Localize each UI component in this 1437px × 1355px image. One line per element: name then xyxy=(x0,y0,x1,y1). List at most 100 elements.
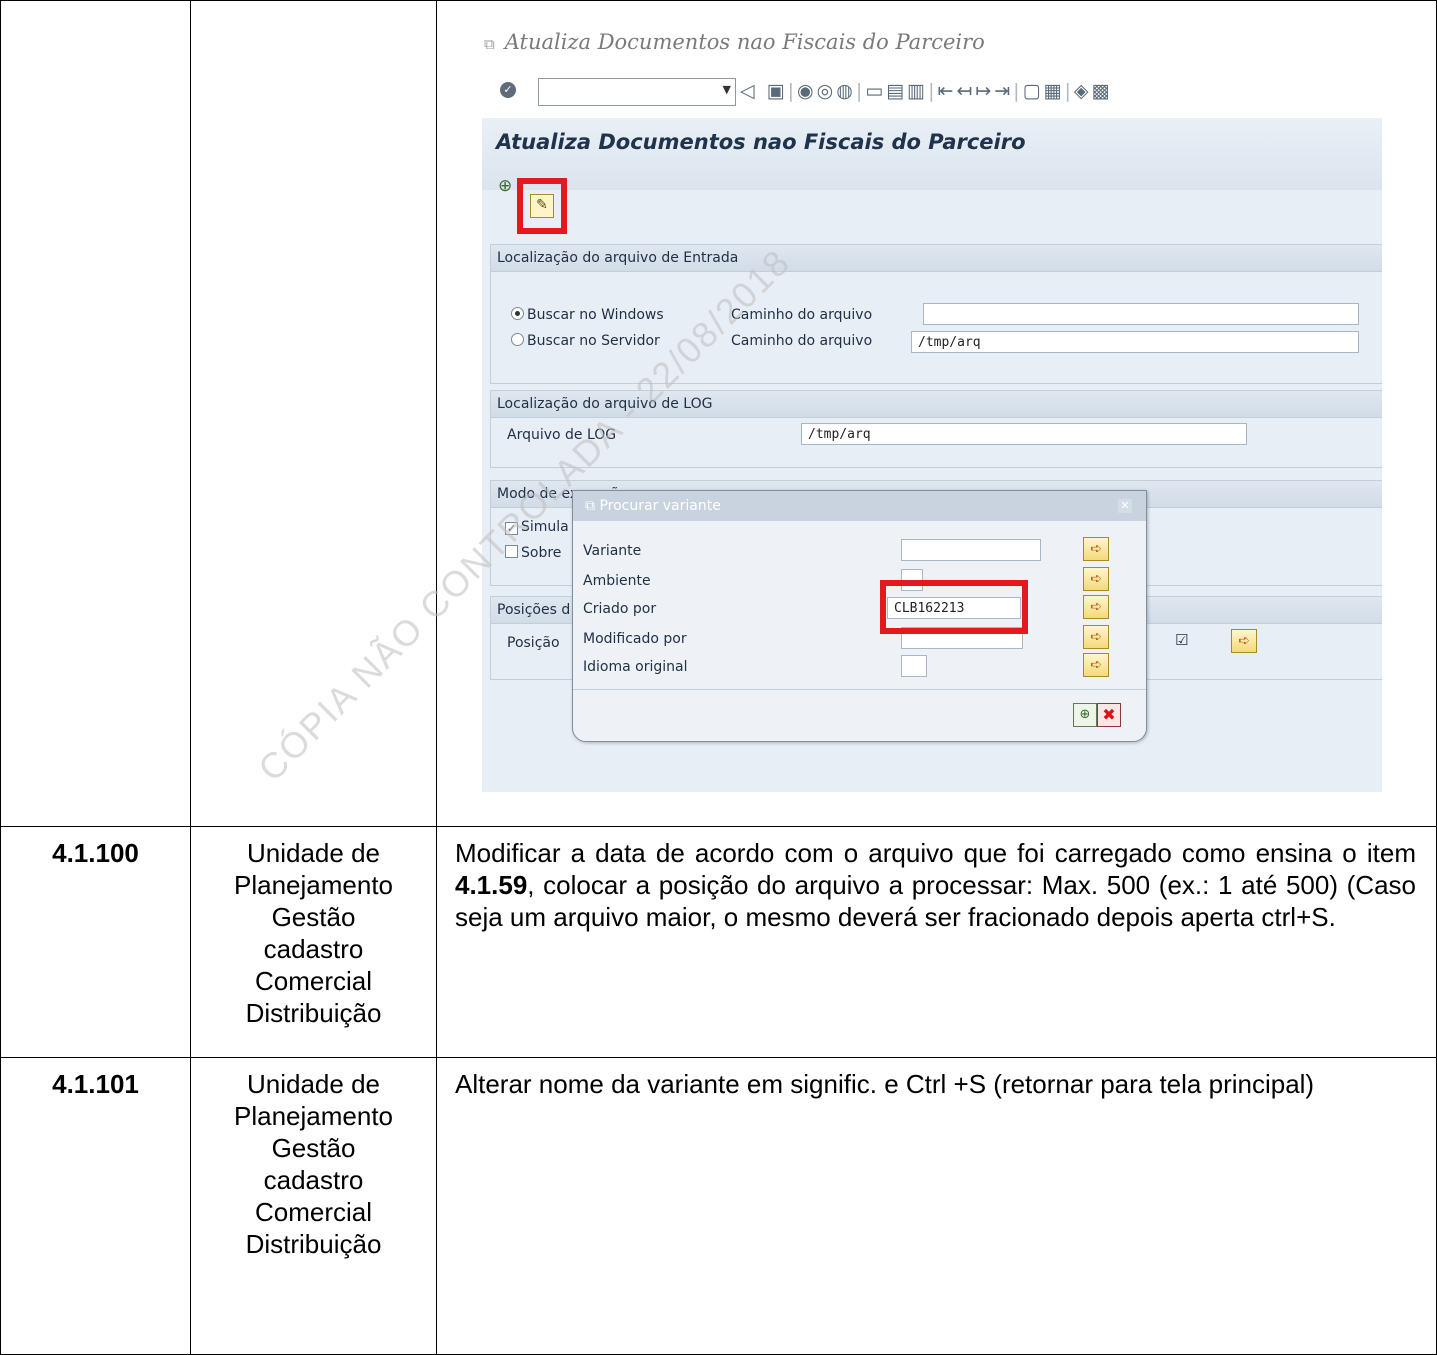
arrow-right-icon[interactable]: ➪ xyxy=(1083,595,1109,619)
dialog-title: Procurar variante xyxy=(599,498,721,514)
cancel-icon[interactable]: ✖ xyxy=(1097,703,1121,727)
next-page-icon[interactable]: ↦ xyxy=(975,80,994,102)
back-arrow-icon[interactable]: ◁ xyxy=(740,80,758,102)
desc-item-ref: 4.1.59 xyxy=(455,870,528,900)
responsible-line: cadastro xyxy=(263,1165,364,1195)
window-title-text: Atualiza Documentos nao Fiscais do Parce… xyxy=(504,30,985,54)
responsible-line: Distribuição xyxy=(245,1229,382,1259)
modificado-label: Modificado por xyxy=(583,631,687,647)
exit-icon[interactable]: ◎ xyxy=(817,80,837,102)
sap-screenshot: ⧉ Atualiza Documentos nao Fiscais do Parc… xyxy=(468,22,1382,792)
arrow-right-icon[interactable]: ➪ xyxy=(1231,629,1257,653)
close-icon[interactable]: ✕ xyxy=(1118,499,1132,513)
layout-icon[interactable]: ▩ xyxy=(1092,80,1113,102)
path-label: Caminho do arquivo xyxy=(731,333,873,349)
checkbox-simula[interactable]: ✓ Simula xyxy=(505,519,569,535)
back-icon[interactable]: ◉ xyxy=(797,80,817,102)
cancel-icon[interactable]: ◍ xyxy=(836,80,856,102)
step-number: 4.1.100 xyxy=(0,826,191,1058)
empty-responsible-cell xyxy=(190,0,437,827)
responsible-line: Distribuição xyxy=(245,998,382,1028)
arrow-right-icon[interactable]: ➪ xyxy=(1083,653,1109,677)
responsible-line: Comercial xyxy=(254,1197,373,1227)
radio-on-icon[interactable] xyxy=(511,307,524,320)
find-icon[interactable]: ▤ xyxy=(886,80,907,102)
ambiente-label: Ambiente xyxy=(583,573,651,589)
desc-text: , colocar a posição do arquivo a process… xyxy=(455,870,1416,932)
help-icon[interactable]: ◈ xyxy=(1074,80,1092,102)
new-session-icon[interactable]: ▢ xyxy=(1023,80,1044,102)
dialog-icon: ⧉ xyxy=(585,498,600,514)
group-header: Localização do arquivo de LOG xyxy=(491,391,1382,418)
responsible-line: cadastro xyxy=(263,934,364,964)
checkbox-label: Simula xyxy=(521,519,569,535)
responsible-line: Comercial xyxy=(254,966,373,996)
arrow-right-icon[interactable]: ➪ xyxy=(1083,537,1109,561)
log-input[interactable]: /tmp/arq xyxy=(801,423,1247,445)
checkbox-unchecked-icon[interactable] xyxy=(505,545,518,558)
step-description: Modificar a data de acordo com o arquivo… xyxy=(436,826,1437,1058)
radio-label: Buscar no Servidor xyxy=(527,333,660,349)
responsible-line: Planejamento xyxy=(234,870,393,900)
radio-label: Buscar no Windows xyxy=(527,307,664,323)
table-row: 4.1.101 Unidade de Planejamento Gestão c… xyxy=(0,1057,1437,1355)
execute-icon[interactable]: ⊕ xyxy=(498,176,512,196)
checkbox-sobre[interactable]: Sobre xyxy=(505,545,561,561)
save-icon[interactable]: ▣ xyxy=(767,80,788,102)
step-description: Alterar nome da variante em signific. e … xyxy=(436,1057,1437,1355)
window-menu-icon[interactable]: ⧉ xyxy=(484,35,495,53)
print-icon[interactable]: ▭ xyxy=(865,80,886,102)
responsible-line: Unidade de xyxy=(247,1069,380,1099)
path-input[interactable] xyxy=(923,303,1359,325)
variante-input[interactable] xyxy=(901,539,1041,561)
dialog-footer xyxy=(573,689,1146,742)
first-page-icon[interactable]: ⇤ xyxy=(937,80,956,102)
app-title-bar: Atualiza Documentos nao Fiscais do Parce… xyxy=(482,118,1382,190)
checkbox-label: Sobre xyxy=(521,545,562,561)
empty-step-cell xyxy=(0,0,191,827)
radio-windows[interactable]: Buscar no Windows xyxy=(511,307,664,323)
last-page-icon[interactable]: ⇥ xyxy=(994,80,1013,102)
toolbar-icons: ◁ ▣|◉◎◍|▭▤▥|⇤↤↦⇥|▢▦|◈▩ xyxy=(740,80,1113,102)
highlight-box xyxy=(880,580,1028,634)
path-label: Caminho do arquivo xyxy=(731,307,873,323)
criado-label: Criado por xyxy=(583,601,657,617)
find-next-icon[interactable]: ▥ xyxy=(907,80,928,102)
execute-icon[interactable]: ⊕ xyxy=(1073,703,1097,727)
radio-servidor[interactable]: Buscar no Servidor xyxy=(511,333,660,349)
idioma-input[interactable] xyxy=(901,655,927,677)
highlight-box xyxy=(517,178,567,234)
responsible-cell: Unidade de Planejamento Gestão cadastro … xyxy=(190,1057,437,1355)
table-row: 4.1.100 Unidade de Planejamento Gestão c… xyxy=(0,826,1437,1058)
variante-label: Variante xyxy=(583,543,642,559)
window-title: ⧉ Atualiza Documentos nao Fiscais do Parc… xyxy=(484,30,985,54)
system-toolbar: ✓ ▼ ◁ ▣|◉◎◍|▭▤▥|⇤↤↦⇥|▢▦|◈▩ xyxy=(468,76,1382,110)
group-log: Localização do arquivo de LOG Arquivo de… xyxy=(490,390,1382,468)
step-number: 4.1.101 xyxy=(0,1057,191,1355)
arrow-right-icon[interactable]: ➪ xyxy=(1083,625,1109,649)
responsible-cell: Unidade de Planejamento Gestão cadastro … xyxy=(190,826,437,1058)
checkbox-checked-icon[interactable]: ✓ xyxy=(505,522,518,535)
log-label: Arquivo de LOG xyxy=(507,427,617,443)
radio-off-icon[interactable] xyxy=(511,333,524,346)
chevron-down-icon[interactable]: ▼ xyxy=(723,83,731,96)
variant-search-dialog: ⧉ Procurar variante ✕ Variante Ambiente C… xyxy=(572,490,1147,742)
app-title: Atualiza Documentos nao Fiscais do Parce… xyxy=(496,130,1026,154)
posicao-label: Posição xyxy=(507,635,560,651)
group-entrada: Localização do arquivo de Entrada Buscar… xyxy=(490,244,1382,384)
idioma-label: Idioma original xyxy=(583,659,688,675)
path-input-server[interactable]: /tmp/arq xyxy=(911,331,1359,353)
arrow-right-icon[interactable]: ➪ xyxy=(1083,567,1109,591)
command-field[interactable]: ▼ xyxy=(538,78,736,106)
responsible-line: Gestão xyxy=(271,902,356,932)
sap-main-area: Atualiza Documentos nao Fiscais do Parce… xyxy=(482,118,1382,792)
enter-icon[interactable]: ✓ xyxy=(500,82,516,98)
shortcut-icon[interactable]: ▦ xyxy=(1044,80,1065,102)
group-header: Localização do arquivo de Entrada xyxy=(491,245,1382,272)
desc-text: Modificar a data de acordo com o arquivo… xyxy=(455,838,1416,868)
responsible-line: Unidade de xyxy=(247,838,380,868)
multiple-selection-icon[interactable]: ☑ xyxy=(1175,631,1188,649)
responsible-line: Planejamento xyxy=(234,1101,393,1131)
prev-page-icon[interactable]: ↤ xyxy=(956,80,975,102)
dialog-titlebar: ⧉ Procurar variante ✕ xyxy=(573,491,1146,521)
